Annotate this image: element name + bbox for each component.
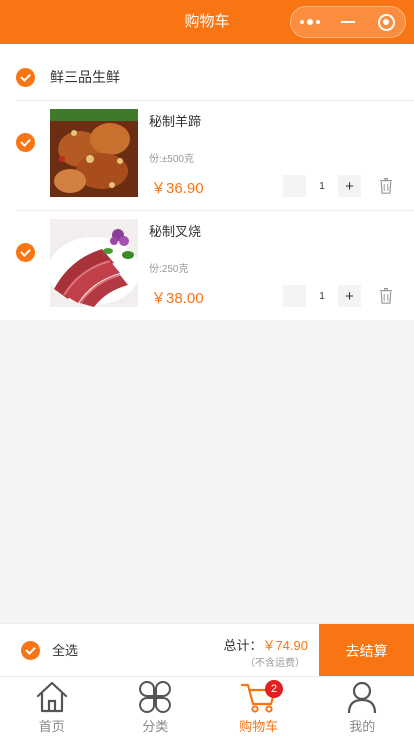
- quantity-value[interactable]: 1: [306, 291, 338, 302]
- product-name[interactable]: 秘制羊蹄: [149, 111, 201, 130]
- total-label: 总计：: [223, 638, 263, 653]
- product-spec: 份:±500克: [149, 154, 194, 165]
- category-icon: [139, 681, 172, 713]
- trash-icon[interactable]: [379, 178, 393, 194]
- tab-bar: 首页 分类 2 购物车 我的: [0, 676, 414, 736]
- trash-icon[interactable]: [379, 288, 393, 304]
- tab-profile[interactable]: 我的: [311, 677, 414, 736]
- minimize-icon: [341, 21, 355, 23]
- product-image[interactable]: [50, 109, 138, 197]
- nav-bar: 购物车: [0, 0, 414, 44]
- item-checkbox[interactable]: [16, 243, 35, 262]
- store-checkbox[interactable]: [16, 68, 35, 87]
- home-icon: [36, 681, 67, 713]
- product-price: ￥38.00: [151, 290, 204, 307]
- minimize-button[interactable]: [329, 7, 367, 37]
- quantity-stepper: 1 +: [283, 285, 361, 307]
- product-spec: 份:250克: [149, 264, 189, 275]
- cart-badge: 2: [265, 680, 283, 698]
- total-amount: ￥74.90: [262, 638, 308, 653]
- select-all-checkbox[interactable]: [21, 641, 40, 660]
- product-name[interactable]: 秘制叉烧: [149, 221, 201, 240]
- quantity-value[interactable]: 1: [306, 181, 338, 192]
- user-icon: [348, 681, 377, 714]
- item-checkbox[interactable]: [16, 133, 35, 152]
- cart-item: 秘制羊蹄 份:±500克 ￥36.90 1 +: [0, 100, 414, 210]
- product-price: ￥36.90: [151, 180, 204, 197]
- close-miniprogram-button[interactable]: [367, 7, 405, 37]
- product-image[interactable]: [50, 219, 138, 307]
- tab-label: 分类: [142, 719, 169, 734]
- total-price: 总计：￥74.90: [223, 635, 308, 654]
- tab-category[interactable]: 分类: [104, 677, 208, 736]
- decrease-button[interactable]: [283, 285, 306, 307]
- tab-label: 我的: [349, 719, 376, 734]
- target-icon: [377, 13, 395, 31]
- more-dots-icon: [300, 19, 320, 25]
- store-row: 鲜三品生鲜: [0, 44, 414, 100]
- checkout-button[interactable]: 去结算: [319, 624, 414, 677]
- cart-panel: 鲜三品生鲜 秘制羊蹄 份:±500克 ￥36.90 1 + 秘制叉烧 份:250…: [0, 44, 414, 320]
- cart-item: 秘制叉烧 份:250克 ￥38.00 1 +: [0, 210, 414, 320]
- tab-home[interactable]: 首页: [0, 677, 104, 736]
- quantity-stepper: 1 +: [283, 175, 361, 197]
- tab-cart[interactable]: 2 购物车: [207, 677, 311, 736]
- mini-program-capsule: [290, 6, 406, 38]
- more-button[interactable]: [291, 7, 329, 37]
- tab-label: 首页: [38, 719, 65, 734]
- tab-label: 购物车: [239, 719, 279, 734]
- select-all-label[interactable]: 全选: [52, 624, 78, 678]
- shipping-note: （不含运费）: [245, 658, 305, 669]
- checkout-bar: 全选 总计：￥74.90 （不含运费） 去结算: [0, 623, 414, 678]
- increase-button[interactable]: +: [338, 285, 361, 307]
- decrease-button[interactable]: [283, 175, 306, 197]
- increase-button[interactable]: +: [338, 175, 361, 197]
